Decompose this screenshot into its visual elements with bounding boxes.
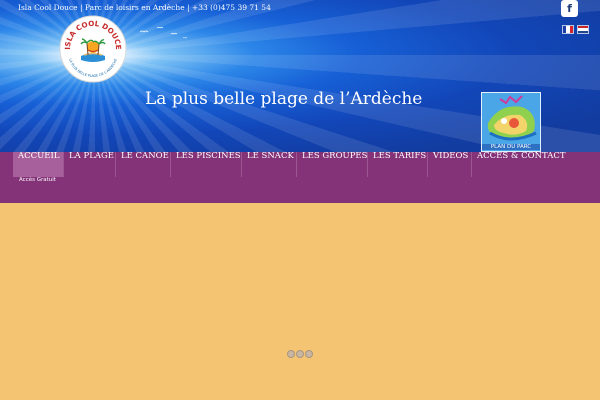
nav-item-le-canoe[interactable]: LE CANOE <box>115 152 170 177</box>
nav-item-accueil[interactable]: ACCUEIL <box>13 152 63 177</box>
nav-item-videos[interactable]: VIDEOS <box>427 152 471 177</box>
nav-item-les-tarifs[interactable]: LES TARIFS <box>367 152 427 177</box>
birds-decoration <box>139 26 188 39</box>
nav-item-label: LES TARIFS <box>373 151 427 161</box>
loader-dot <box>287 350 295 358</box>
submenu-acces-gratuit[interactable]: Accès Gratuit <box>19 177 59 184</box>
main-content-area <box>0 203 600 400</box>
dutch-flag-icon[interactable] <box>577 25 589 34</box>
nav-item-label: ACCUEIL <box>18 151 60 161</box>
page-tagline: La plus belle plage de l’Ardèche <box>145 89 423 109</box>
nav-item-label: LA PLAGE <box>69 151 114 161</box>
park-map-label: PLAN DU PARC <box>482 144 540 150</box>
loading-indicator <box>287 350 313 358</box>
header-info-line: Isla Cool Douce | Parc de loisirs en Ard… <box>18 3 271 12</box>
nav-item-la-plage[interactable]: LA PLAGE <box>63 152 115 177</box>
site-header: Isla Cool Douce | Parc de loisirs en Ard… <box>0 0 600 152</box>
park-map-button[interactable]: PLAN DU PARC <box>481 92 541 152</box>
loader-dot <box>305 350 313 358</box>
nav-item-le-snack[interactable]: LE SNACK <box>241 152 296 177</box>
main-navigation: ACCUEIL LA PLAGE LE CANOE LES PISCINES L… <box>0 152 600 203</box>
french-flag-icon[interactable] <box>562 25 574 34</box>
nav-item-label: LES PISCINES <box>176 151 241 161</box>
nav-item-label: LE SNACK <box>247 151 294 161</box>
nav-item-label: ACCES & CONTACT <box>477 151 566 161</box>
nav-item-label: LE CANOE <box>121 151 169 161</box>
nav-item-label: VIDEOS <box>433 151 469 161</box>
site-logo[interactable]: ISLA COOL DOUCE LA PLUS BELLE PLAGE DE L… <box>58 14 128 84</box>
nav-item-les-groupes[interactable]: LES GROUPES <box>296 152 367 177</box>
nav-item-les-piscines[interactable]: LES PISCINES <box>170 152 241 177</box>
nav-item-label: LES GROUPES <box>302 151 368 161</box>
loader-dot <box>296 350 304 358</box>
nav-item-acces-contact[interactable]: ACCES & CONTACT <box>471 152 571 177</box>
facebook-icon[interactable]: f <box>561 0 578 17</box>
